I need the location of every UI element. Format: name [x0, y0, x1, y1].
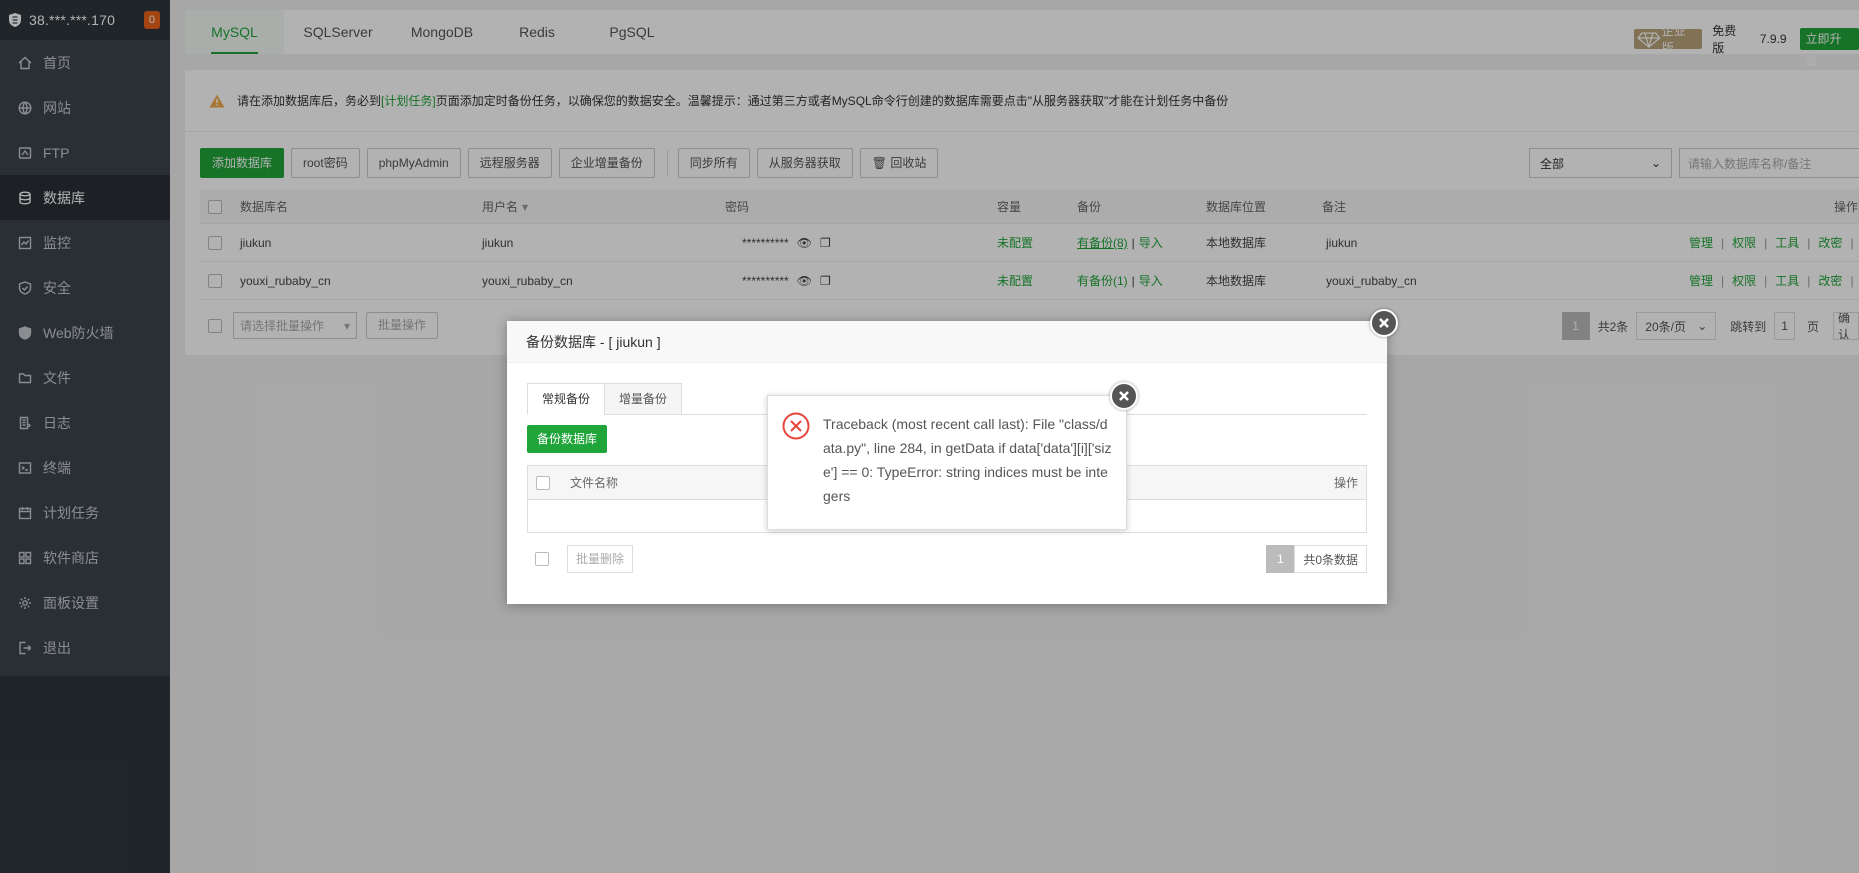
total-count: 共0条数据	[1294, 545, 1367, 573]
error-message-box: Traceback (most recent call last): File …	[767, 395, 1127, 530]
dialog-pagination: 1 共0条数据	[1266, 545, 1367, 573]
dialog-close-button[interactable]	[1370, 309, 1398, 337]
current-page[interactable]: 1	[1266, 545, 1295, 573]
select-all-checkbox[interactable]	[536, 475, 550, 490]
close-icon	[1119, 391, 1129, 401]
dialog-title: 备份数据库 - [ jiukun ]	[507, 321, 1387, 363]
error-text: Traceback (most recent call last): File …	[823, 416, 1112, 504]
close-icon	[1379, 318, 1389, 328]
col-filename: 文件名称	[570, 476, 619, 490]
error-close-button[interactable]	[1110, 382, 1138, 410]
col-ops: 操作	[1333, 476, 1358, 490]
batch-delete-button[interactable]: 批量删除	[567, 545, 634, 573]
tab-normal-backup[interactable]: 常规备份	[527, 383, 606, 415]
tab-incremental-backup[interactable]: 增量备份	[604, 383, 683, 415]
dialog-footer: 批量删除 1 共0条数据	[527, 545, 1367, 573]
backup-database-button[interactable]: 备份数据库	[527, 425, 608, 453]
footer-checkbox[interactable]	[535, 552, 549, 566]
error-circle-icon	[782, 412, 810, 440]
